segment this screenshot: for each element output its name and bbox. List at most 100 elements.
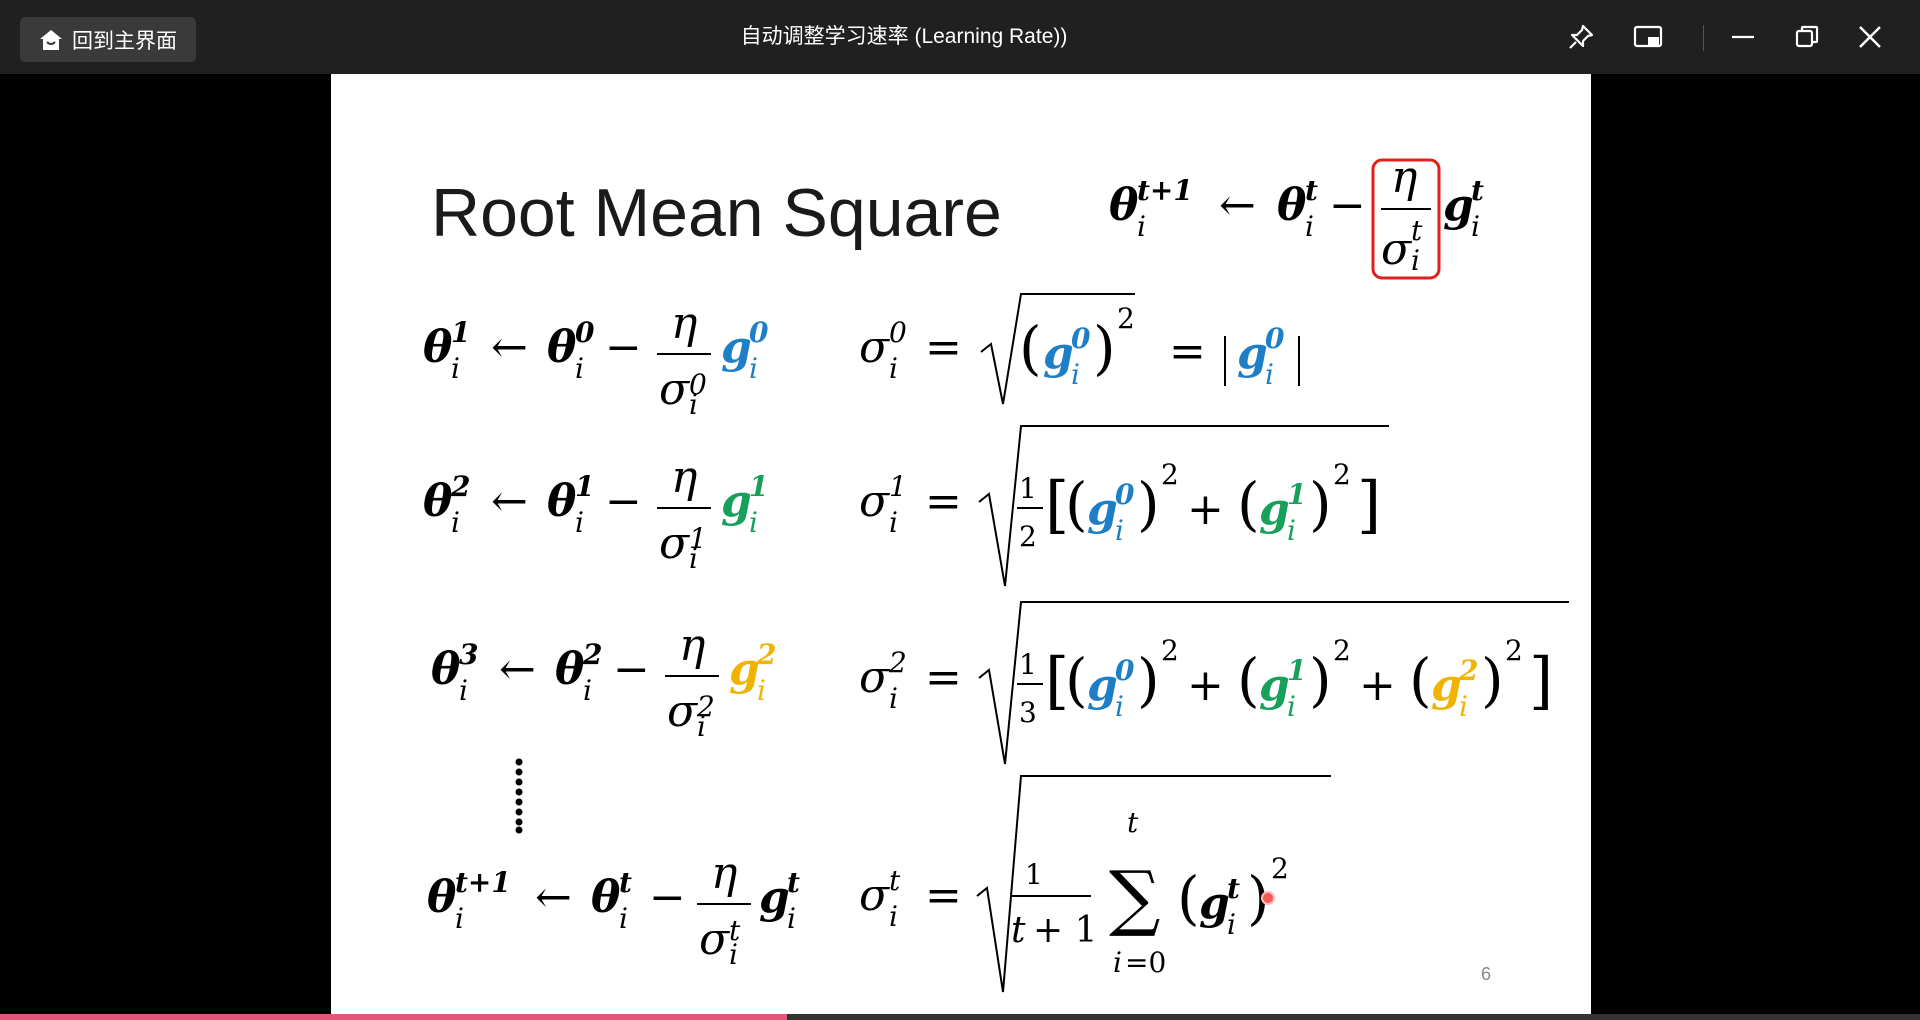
svg-text:←: ←	[1219, 180, 1256, 231]
svg-text:t+1: t+1	[1137, 174, 1193, 207]
svg-text:σ: σ	[699, 914, 731, 965]
svg-text:): )	[1309, 646, 1332, 714]
svg-text:(: (	[1409, 646, 1432, 714]
svg-text:i: i	[1459, 690, 1468, 723]
svg-text:2: 2	[1505, 634, 1523, 667]
svg-text:2: 2	[1458, 654, 1478, 687]
svg-text:2: 2	[756, 638, 776, 671]
svg-text:i: i	[1071, 358, 1080, 391]
svg-text:g: g	[1259, 484, 1290, 535]
svg-text:2: 2	[1161, 634, 1179, 667]
svg-text:i: i	[455, 902, 464, 935]
svg-text:i: i	[757, 674, 766, 707]
svg-text:g: g	[729, 644, 760, 695]
svg-text:σ: σ	[859, 322, 891, 373]
svg-text:←: ←	[491, 322, 528, 373]
svg-text:g: g	[721, 476, 752, 527]
svg-text:−: −	[613, 644, 650, 695]
svg-text:g: g	[1043, 328, 1074, 379]
svg-text:σ: σ	[859, 870, 891, 921]
svg-text:i: i	[1305, 210, 1314, 243]
restore-icon	[1795, 25, 1819, 48]
svg-text:←: ←	[535, 872, 572, 923]
svg-text:i: i	[749, 352, 758, 385]
restore-button[interactable]	[1785, 17, 1829, 57]
row-2-sigma: σ 1 i = 1 2 [ ( g 0 i ) 2 + ( g 1 i ) 2 …	[859, 425, 1389, 587]
svg-text:g: g	[721, 322, 752, 373]
svg-text:i: i	[1113, 946, 1122, 979]
svg-text:1: 1	[1287, 654, 1306, 687]
svg-text:i: i	[697, 710, 706, 743]
row-2-update: θ 2 i ← θ 1 i − η σ 1 i g 1 i	[423, 452, 768, 575]
svg-text:i: i	[1227, 908, 1236, 941]
close-button[interactable]	[1848, 17, 1892, 57]
close-icon	[1859, 26, 1881, 48]
svg-text:η: η	[679, 620, 705, 671]
svg-text:i: i	[1471, 210, 1480, 243]
home-button[interactable]: 回到主界面	[20, 17, 196, 62]
svg-text:i: i	[1287, 690, 1296, 723]
svg-text:g: g	[1237, 328, 1268, 379]
svg-text:0: 0	[575, 316, 595, 349]
svg-text:η: η	[1391, 152, 1417, 203]
svg-text:σ: σ	[659, 518, 691, 569]
svg-text:i: i	[451, 506, 460, 539]
svg-text:]: ]	[1357, 468, 1381, 541]
svg-text:1: 1	[451, 316, 470, 349]
window-title: 自动调整学习速率 (Learning Rate))	[740, 25, 1068, 48]
pin-button[interactable]	[1559, 17, 1603, 57]
pin-icon	[1569, 24, 1594, 49]
svg-text:t: t	[1471, 174, 1484, 207]
svg-text:θ: θ	[591, 872, 621, 923]
minimize-icon	[1732, 35, 1754, 39]
playback-progress-bar[interactable]	[0, 1014, 1920, 1020]
svg-text:←: ←	[491, 476, 528, 527]
svg-text:=: =	[925, 476, 962, 527]
svg-text:(: (	[1177, 864, 1200, 932]
title-bar: 回到主界面 自动调整学习速率 (Learning Rate))	[0, 0, 1920, 74]
svg-text:0: 0	[889, 316, 907, 349]
svg-text:1: 1	[749, 470, 768, 503]
svg-text:θ: θ	[423, 322, 453, 373]
svg-text:2: 2	[582, 638, 602, 671]
svg-text:i: i	[575, 506, 584, 539]
svg-text:i: i	[889, 900, 898, 933]
pointer-indicator	[1261, 891, 1275, 905]
svg-text:η: η	[671, 452, 697, 503]
minimize-button[interactable]	[1721, 17, 1765, 57]
svg-text:+: +	[1359, 660, 1396, 711]
svg-text:0: 0	[1265, 322, 1285, 355]
svg-text:): )	[1137, 470, 1160, 538]
svg-text:θ: θ	[431, 644, 461, 695]
svg-text:i: i	[1265, 358, 1274, 391]
svg-text:(: (	[1237, 470, 1260, 538]
svg-text:t: t	[1305, 174, 1318, 207]
svg-text:i: i	[575, 352, 584, 385]
svg-text:η: η	[711, 848, 737, 899]
svg-text:2: 2	[1333, 634, 1351, 667]
svg-text:σ: σ	[859, 652, 891, 703]
row-3-update: θ 3 i ← θ 2 i − η σ 2 i g 2 i	[431, 620, 776, 743]
svg-text:i: i	[889, 682, 898, 715]
svg-text:0: 0	[1071, 322, 1091, 355]
svg-text:g: g	[759, 872, 790, 923]
row-t-update: θ t+1 i ← θ t i − η σ t i g t i	[427, 848, 800, 971]
svg-text:θ: θ	[547, 476, 577, 527]
svg-text:i: i	[1411, 244, 1420, 277]
svg-text:2: 2	[1161, 458, 1179, 491]
svg-text:(: (	[1019, 314, 1042, 382]
svg-text:g: g	[1259, 660, 1290, 711]
home-icon	[40, 29, 62, 50]
svg-text:): )	[1481, 646, 1504, 714]
vertical-ellipsis	[515, 758, 523, 834]
svg-text:σ: σ	[1381, 224, 1413, 275]
picture-in-picture-button[interactable]	[1626, 17, 1670, 57]
svg-text:−: −	[605, 322, 642, 373]
svg-text:]: ]	[1529, 644, 1553, 717]
svg-text:i: i	[583, 674, 592, 707]
svg-text:θ: θ	[547, 322, 577, 373]
svg-text:t: t	[889, 864, 901, 897]
svg-text:t: t	[1227, 872, 1240, 905]
svg-text:θ: θ	[555, 644, 585, 695]
svg-text:i: i	[451, 352, 460, 385]
